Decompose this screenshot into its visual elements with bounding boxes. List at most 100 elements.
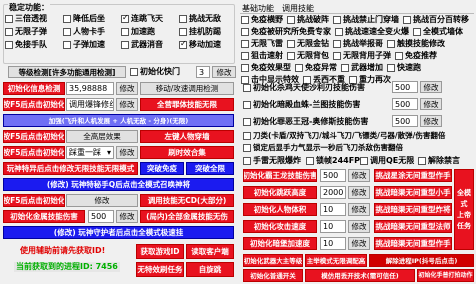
skill-unlimited-button[interactable]: 全营罪体技能无限 (140, 98, 234, 111)
left-check-9[interactable]: 子弹加速 (63, 40, 121, 50)
challenge-btn-4[interactable]: 挑战暗渠无间重型法师 (374, 220, 452, 233)
f5-init-button-4[interactable]: 按F5后点击初始化 (3, 194, 65, 207)
crown-value[interactable]: 500 (392, 115, 418, 127)
crown-check[interactable]: 初始化罪恶王冠-奥修斯技能伤害 (243, 117, 368, 127)
body-size-edit-button[interactable]: 修改 (348, 203, 370, 216)
challenge-btn-5[interactable]: 挑战暗渠无间重型作手 (374, 237, 452, 250)
left-check-8[interactable]: 免接手队 (5, 40, 63, 50)
attack-speed-init-button[interactable]: 初始化攻击速度 (243, 220, 317, 233)
info-edit-button[interactable]: 修改 (116, 82, 138, 95)
right-check-14[interactable]: 免疫推荐 (395, 51, 437, 61)
move-speed-detect-button[interactable]: 移动/攻速调用检测 (140, 82, 234, 95)
left-check-11[interactable]: 移动加速 (179, 39, 233, 50)
left-check-6[interactable]: 加速跑 (121, 27, 179, 37)
left-check-4[interactable]: 无限子弹 (5, 27, 63, 37)
normal-switch-button[interactable]: 初始化普通开关 (243, 269, 303, 282)
right-check-9[interactable]: 挑战举报哥 (333, 39, 383, 49)
refresh-all-button[interactable]: 刷时效合集 (140, 146, 234, 159)
read-client-button[interactable]: 读取客户端 (186, 244, 234, 259)
blood-spider-check[interactable]: 初始化暗殿血蛛-兰图技能伤害 (243, 100, 360, 110)
no-cd-button[interactable]: 调用技能无CD(大部分) (140, 194, 234, 207)
right-check-0[interactable]: 免疫横野 (241, 15, 283, 25)
skill-select-1[interactable]: 调用爆锋修丝▾ (66, 98, 114, 111)
jump-height-init-button[interactable]: 初始化跳跃高度 (243, 186, 317, 199)
knife-damage-check[interactable]: 刀类(卡盾/双持飞刀/城斗飞刀/飞镖类/弓器/散弹/伤害翻倍 (243, 131, 445, 141)
challenge-btn-3[interactable]: 挑战暗渠无间重型炸将 (374, 203, 452, 216)
skill-edit-button-1[interactable]: 修改 (116, 98, 138, 111)
sand-blade-edit-button[interactable]: 修改 (420, 81, 442, 93)
right-check-12[interactable]: 无限背包 (287, 51, 329, 61)
sand-blade-check[interactable]: 初始化杀鸡天使沙利刃技能伤害 (243, 83, 365, 93)
right-check-8[interactable]: 无限金钻 (287, 39, 329, 49)
f5-init-button-3[interactable]: 按F5后点击初始化 (3, 146, 65, 159)
right-check-5[interactable]: 挑战速速全变火爆 (335, 27, 409, 37)
level-detect-button[interactable]: 等级检测[许多功能通用检测] (8, 66, 126, 78)
sand-blade-value[interactable]: 500 (392, 81, 418, 93)
left-check-3[interactable]: 挑战无敌 (179, 14, 233, 24)
right-check-7[interactable]: 无限飞雷 (241, 39, 283, 49)
right-check-11[interactable]: 狙击速射 (241, 51, 283, 61)
god-mode-side-button[interactable]: 全模式 上帝 任务 (454, 169, 474, 250)
left-check-5[interactable]: 人物卡手 (63, 27, 121, 37)
grenade-check[interactable]: 手雷无限爆炸 (243, 156, 301, 166)
skill-select-2[interactable]: 踩重一踩 ▾ (66, 146, 114, 159)
lock-knife-check[interactable]: 锁定后显手力气显示一秒后飞刀杀敌伤害翻倍 (243, 143, 403, 153)
init-speed-input[interactable]: 3 (196, 66, 210, 78)
info-detect-button[interactable]: 初始化信息检测 (3, 82, 65, 95)
tab-basic[interactable]: 基础功能 (242, 3, 274, 14)
right-check-18[interactable]: 快速跑 (387, 63, 421, 73)
left-wallhack-button[interactable]: 左键人物穿墙 (140, 130, 234, 143)
right-check-4[interactable]: 免疫被研究所免费专家 (241, 27, 331, 37)
blood-spider-value[interactable]: 500 (392, 98, 418, 110)
jump-height-edit-button[interactable]: 修改 (348, 186, 370, 199)
left-check-7[interactable]: 挂机防踢 (179, 27, 233, 37)
break-limit-button[interactable]: 突破全限 (186, 162, 234, 175)
auto-jump-button[interactable]: 自旋跳 (186, 262, 234, 277)
unmute-check[interactable]: 解除禁言 (418, 156, 460, 166)
info-value-input[interactable]: 35,98888 (66, 82, 114, 95)
init-speed-check[interactable]: 初始化快门 (130, 67, 180, 77)
accel-edit-button[interactable]: 修改 (348, 237, 370, 250)
accel-value[interactable]: 10 (320, 237, 346, 250)
full-effect-button[interactable]: 全高层效果 (66, 130, 138, 143)
right-check-13[interactable]: 无限背用子弹 (333, 51, 391, 61)
attack-speed-value[interactable]: 10 (320, 220, 346, 233)
metal-skill-init-button[interactable]: 初始化金属技能伤害 (3, 210, 85, 223)
right-check-10[interactable]: 触摸技能修改 (387, 39, 445, 49)
challenge-btn-2[interactable]: 挑战暗渠无间重型小手 (374, 186, 452, 199)
f5-init-button-2[interactable]: 按F5后点击初始化 (3, 130, 65, 143)
enhance-banner[interactable]: 加强(飞升和人机发展 + 人机无敌 - 分身)(无限) (3, 114, 234, 127)
metal-skill-edit-button[interactable]: 修改 (116, 210, 138, 223)
summon-general-button[interactable]: (修改) 玩神特秘手Q后点击全模式召唤神将 (3, 178, 234, 191)
right-check-15[interactable]: 免疫效果型 (241, 63, 291, 73)
skill-edit-button-3[interactable]: 修改 (66, 194, 138, 207)
guardian-mode-button[interactable]: (修改) 玩神守护者后点击全模式极速挂 (3, 226, 234, 239)
right-check-1[interactable]: 挑战破阵 (287, 15, 329, 25)
call-qe-check[interactable]: 调用QE无限 (360, 156, 414, 166)
left-check-0[interactable]: 三倍透视 (5, 14, 63, 24)
blood-spider-edit-button[interactable]: 修改 (420, 98, 442, 110)
get-game-id-button[interactable]: 获取游戏ID (136, 244, 184, 259)
challenge-btn-1[interactable]: 挑战星涂无间重型作手 (374, 169, 452, 182)
tab-call-skill[interactable]: 调用技能 (282, 3, 314, 14)
trex-skill-edit-button[interactable]: 修改 (348, 169, 370, 182)
right-check-2[interactable]: 挑战禁止门穿墙 (333, 15, 399, 25)
left-check-10[interactable]: 武器消音 (121, 40, 179, 50)
right-check-3[interactable]: 挑战百分百转移 (403, 15, 469, 25)
right-check-17[interactable]: 武器增加 (341, 63, 383, 73)
skill-edit-button-2[interactable]: 修改 (116, 146, 138, 159)
trex-skill-value[interactable]: 500 (320, 169, 346, 182)
init-speed-edit-button[interactable]: 修改 (212, 66, 236, 78)
f5-init-button-1[interactable]: 按F5后点击初始化 (3, 98, 65, 111)
right-check-16[interactable]: 免疫异常 (295, 63, 337, 73)
accel-init-button[interactable]: 初始化暗堡加速度 (243, 237, 317, 250)
jump-height-value[interactable]: 2000 (320, 186, 346, 199)
fps-lock-check[interactable]: 锁帧244FPS (306, 156, 366, 166)
break-immune-button[interactable]: 突破免疫 (140, 162, 184, 175)
main-mode-button[interactable]: 主举模式无限调配高 (305, 254, 367, 267)
body-size-value[interactable]: 10 (320, 203, 346, 216)
left-check-1[interactable]: 降低后坐 (63, 14, 121, 24)
attack-speed-edit-button[interactable]: 修改 (348, 220, 370, 233)
metal-skill-all-button[interactable]: (局内)全部金属技能无伤 (140, 210, 234, 223)
unlimited-skill-mode-button[interactable]: 玩神特异后点击修改无限技能无限模式 (3, 162, 138, 175)
